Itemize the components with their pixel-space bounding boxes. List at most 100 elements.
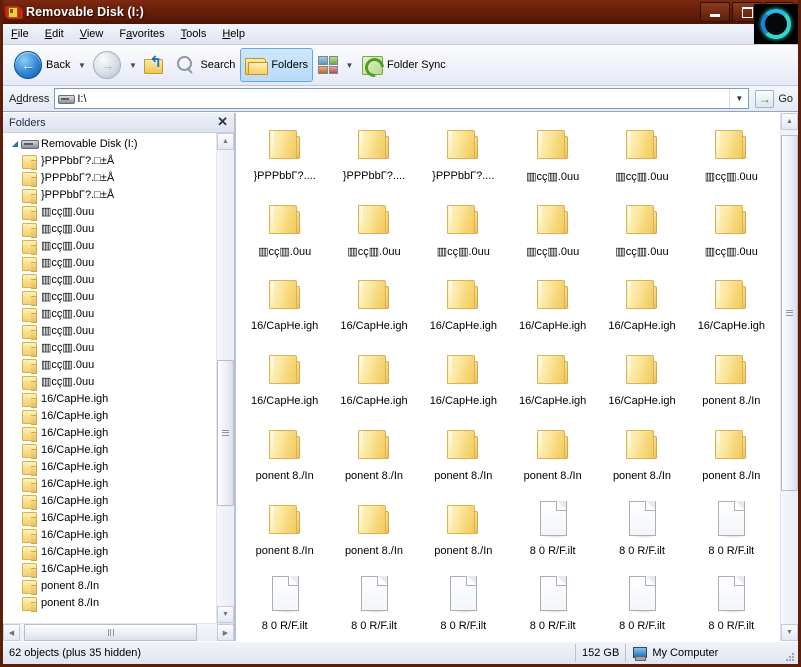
file-grid-file-item[interactable]: 8 0 R/F.ilt [508, 496, 597, 567]
file-grid-folder-item[interactable]: ponent 8./In [687, 421, 776, 492]
file-grid-folder-item[interactable]: ▥cç▥.0uu [329, 196, 418, 267]
views-dropdown-icon[interactable]: ▼ [344, 61, 355, 70]
file-grid-folder-item[interactable]: ▥cç▥.0uu [419, 196, 508, 267]
tree-item[interactable]: 16/CapHe.igh [3, 526, 216, 544]
tree-scroll-track[interactable] [217, 150, 234, 606]
tree-item[interactable]: ▥cç▥.0uu [3, 305, 216, 323]
file-grid-file-item[interactable]: 8 0 R/F.ilt [687, 496, 776, 567]
file-grid-folder-item[interactable]: 16/CapHe.igh [240, 271, 329, 342]
file-grid-file-item[interactable]: 8 0 R/F.ilt [329, 571, 418, 641]
menu-favorites[interactable]: Favorites [111, 26, 172, 42]
tree-hscroll-thumb[interactable] [23, 624, 198, 641]
file-scroll-thumb[interactable] [781, 134, 798, 491]
back-dropdown-icon[interactable]: ▼ [76, 61, 87, 70]
menu-file[interactable]: File [3, 26, 37, 42]
file-grid-file-item[interactable]: 8 0 R/F.ilt [508, 571, 597, 641]
views-button[interactable] [313, 48, 343, 82]
tree-item[interactable]: 16/CapHe.igh [3, 441, 216, 459]
file-grid-folder-item[interactable]: ▥cç▥.0uu [597, 196, 686, 267]
tree-item[interactable]: ▥cç▥.0uu [3, 203, 216, 221]
tree-item[interactable]: 16/CapHe.igh [3, 475, 216, 493]
file-grid-folder-item[interactable]: 16/CapHe.igh [508, 271, 597, 342]
tree-vertical-scrollbar[interactable]: ▲ ▼ [216, 133, 234, 623]
file-grid-folder-item[interactable]: ▥cç▥.0uu [508, 121, 597, 192]
file-grid-file-item[interactable]: 8 0 R/F.ilt [419, 571, 508, 641]
file-grid-folder-item[interactable]: 16/CapHe.igh [329, 271, 418, 342]
file-grid-folder-item[interactable]: ▥cç▥.0uu [508, 196, 597, 267]
file-scroll-track[interactable] [781, 130, 798, 624]
address-input[interactable]: I:\ ▼ [54, 88, 750, 109]
tree-item[interactable]: ▥cç▥.0uu [3, 220, 216, 238]
scroll-up-arrow[interactable]: ▲ [217, 133, 234, 150]
tree-item[interactable]: }PPPbbΓ?.□±Å [3, 186, 216, 204]
tree-item[interactable]: 16/CapHe.igh [3, 492, 216, 510]
file-grid-folder-item[interactable]: 16/CapHe.igh [508, 346, 597, 417]
tree-item[interactable]: ▥cç▥.0uu [3, 271, 216, 289]
file-grid-file-item[interactable]: 8 0 R/F.ilt [687, 571, 776, 641]
tree-item[interactable]: }PPPbbΓ?.□±Å [3, 169, 216, 187]
file-grid-file-item[interactable]: 8 0 R/F.ilt [597, 571, 686, 641]
file-grid-folder-item[interactable]: ponent 8./In [240, 496, 329, 567]
folder-tree[interactable]: ◢ Removable Disk (I:)}PPPbbΓ?.□±Å}PPPbbΓ?… [3, 133, 216, 623]
file-grid-folder-item[interactable]: ponent 8./In [329, 496, 418, 567]
file-grid-folder-item[interactable]: 16/CapHe.igh [419, 346, 508, 417]
tree-item[interactable]: ▥cç▥.0uu [3, 373, 216, 391]
scroll-right-arrow[interactable]: ▶ [217, 624, 234, 641]
file-grid-folder-item[interactable]: ▥cç▥.0uu [687, 196, 776, 267]
file-grid-folder-item[interactable]: 16/CapHe.igh [597, 346, 686, 417]
file-vertical-scrollbar[interactable]: ▲ ▼ [780, 113, 798, 641]
tree-item[interactable]: 16/CapHe.igh [3, 458, 216, 476]
file-grid-folder-item[interactable]: ponent 8./In [597, 421, 686, 492]
tree-item[interactable]: ponent 8./In [3, 577, 216, 595]
tree-item-root[interactable]: ◢ Removable Disk (I:) [3, 135, 216, 152]
tree-item[interactable]: 16/CapHe.igh [3, 407, 216, 425]
file-grid-folder-item[interactable]: ponent 8./In [687, 346, 776, 417]
file-grid-file-item[interactable]: 8 0 R/F.ilt [597, 496, 686, 567]
folder-sync-button[interactable]: Folder Sync [356, 48, 451, 82]
close-icon[interactable]: ✕ [217, 114, 228, 130]
scroll-up-arrow[interactable]: ▲ [781, 113, 798, 130]
file-grid-folder-item[interactable]: ponent 8./In [240, 421, 329, 492]
search-button[interactable]: Search [171, 48, 240, 82]
file-grid-wrapper[interactable]: }PPPbbΓ?....}PPPbbΓ?....}PPPbbΓ?.... ▥cç▥… [236, 113, 780, 641]
file-grid-folder-item[interactable]: }PPPbbΓ?.... [419, 121, 508, 192]
tree-item[interactable]: 16/CapHe.igh [3, 424, 216, 442]
tree-hscroll-track[interactable] [20, 624, 217, 641]
file-grid-folder-item[interactable]: ponent 8./In [508, 421, 597, 492]
back-button[interactable]: ← Back [9, 48, 75, 82]
expanded-triangle-icon[interactable]: ◢ [9, 139, 21, 148]
file-grid-file-item[interactable]: 8 0 R/F.ilt [240, 571, 329, 641]
scroll-down-arrow[interactable]: ▼ [781, 624, 798, 641]
tree-item[interactable]: ▥cç▥.0uu [3, 356, 216, 374]
file-grid-folder-item[interactable]: 16/CapHe.igh [687, 271, 776, 342]
tree-item[interactable]: 16/CapHe.igh [3, 560, 216, 578]
file-grid-folder-item[interactable]: }PPPbbΓ?.... [240, 121, 329, 192]
file-grid-folder-item[interactable]: ▥cç▥.0uu [687, 121, 776, 192]
minimize-button[interactable] [700, 2, 730, 22]
tree-item[interactable]: 16/CapHe.igh [3, 390, 216, 408]
tree-item[interactable]: }PPPbbΓ?.□±Å [3, 152, 216, 170]
tree-horizontal-scrollbar[interactable]: ◀ ▶ [3, 623, 234, 641]
tree-scroll-thumb[interactable] [217, 359, 234, 506]
tree-item[interactable]: ▥cç▥.0uu [3, 322, 216, 340]
go-button[interactable]: → Go [753, 89, 798, 109]
file-grid-folder-item[interactable]: 16/CapHe.igh [329, 346, 418, 417]
file-grid-folder-item[interactable]: 16/CapHe.igh [240, 346, 329, 417]
menu-edit[interactable]: Edit [37, 26, 72, 42]
file-grid-folder-item[interactable]: ▥cç▥.0uu [597, 121, 686, 192]
file-grid-folder-item[interactable]: ponent 8./In [419, 421, 508, 492]
file-grid-folder-item[interactable]: 16/CapHe.igh [597, 271, 686, 342]
menu-help[interactable]: Help [214, 26, 253, 42]
file-grid-folder-item[interactable]: ponent 8./In [329, 421, 418, 492]
up-button[interactable]: ↰ [139, 48, 171, 82]
tree-item[interactable]: 16/CapHe.igh [3, 543, 216, 561]
file-grid-folder-item[interactable]: }PPPbbΓ?.... [329, 121, 418, 192]
scroll-down-arrow[interactable]: ▼ [217, 606, 234, 623]
tree-item[interactable]: ▥cç▥.0uu [3, 254, 216, 272]
tree-item[interactable]: 16/CapHe.igh [3, 509, 216, 527]
scroll-left-arrow[interactable]: ◀ [3, 624, 20, 641]
file-grid-folder-item[interactable]: 16/CapHe.igh [419, 271, 508, 342]
file-grid-folder-item[interactable]: ▥cç▥.0uu [240, 196, 329, 267]
folders-button[interactable]: Folders [240, 48, 314, 82]
file-grid[interactable]: }PPPbbΓ?....}PPPbbΓ?....}PPPbbΓ?.... ▥cç▥… [236, 113, 780, 641]
